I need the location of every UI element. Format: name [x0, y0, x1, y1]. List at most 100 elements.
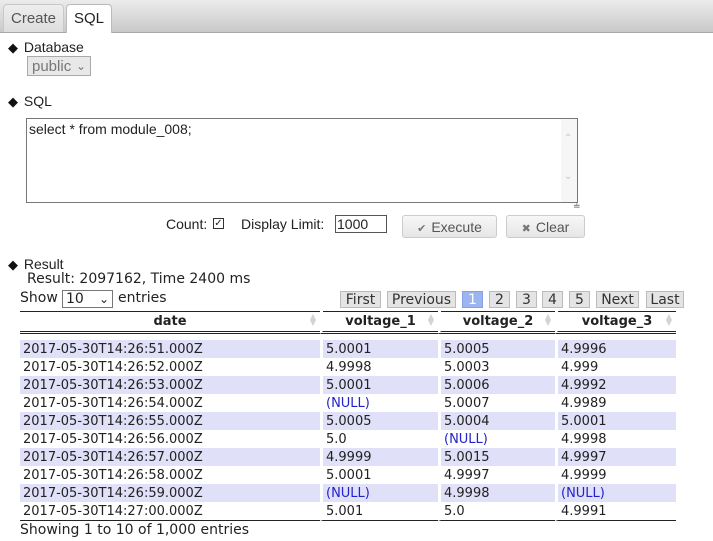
table-header-row: date ▲ ▼ voltage_1 ▲ ▼ voltage_2 ▲ ▼ voltage_3… [20, 311, 676, 334]
column-header-date[interactable]: date ▲ ▼ [20, 311, 320, 334]
table-cell-voltage-1: 4.9998 [320, 358, 438, 376]
column-header-voltage-1[interactable]: voltage_1 ▲ ▼ [320, 311, 438, 334]
sql-label: SQL [23, 93, 52, 109]
table-cell-voltage-2: 5.0006 [438, 376, 555, 394]
table-cell-voltage-2: 5.0 [438, 502, 555, 521]
execute-button[interactable]: ✔ Execute [402, 215, 497, 238]
count-checkbox[interactable]: ✓ [213, 218, 224, 229]
table-cell-date: 2017-05-30T14:27:00.000Z [20, 502, 320, 521]
entries-label: entries [118, 290, 167, 306]
column-header-voltage-2[interactable]: voltage_2 ▲ ▼ [438, 311, 555, 334]
table-cell-voltage-2: 4.9997 [438, 466, 555, 484]
scroll-up-icon[interactable]: ⌃ [564, 133, 572, 144]
database-select-value: public [32, 58, 72, 75]
table-cell-voltage-3: 4.9996 [555, 340, 676, 358]
clear-button-label: Clear [535, 219, 570, 235]
table-row[interactable]: 2017-05-30T14:26:55.000Z 5.0005 5.0004 5.00… [20, 412, 676, 430]
table-row[interactable]: 2017-05-30T14:26:57.000Z 4.9999 5.0015 4.99… [20, 448, 676, 466]
table-cell-date: 2017-05-30T14:26:53.000Z [20, 376, 320, 394]
tab-create[interactable]: Create [3, 4, 65, 32]
table-cell-date: 2017-05-30T14:26:58.000Z [23, 467, 203, 483]
chevron-down-icon: ⌄ [75, 59, 86, 73]
sort-icon: ▲ ▼ [427, 312, 434, 327]
table-cell-voltage-2: 5.0005 [438, 340, 555, 358]
sql-query-textarea[interactable]: select * from module_008; ⌃ ⌄ [26, 118, 578, 203]
check-icon: ✔ [417, 223, 427, 235]
diamond-bullet-icon: ◆ [8, 40, 18, 55]
table-cell-voltage-2: 5.0015 [438, 448, 555, 466]
table-row[interactable]: 2017-05-30T14:27:00.000Z 5.001 5.0 4.9991 [20, 502, 676, 521]
sort-icon: ▲ ▼ [544, 312, 551, 327]
table-body: 2017-05-30T14:26:51.000Z 5.0001 5.0005 4.99… [20, 334, 676, 521]
table-row[interactable]: 2017-05-30T14:26:56.000Z 5.0 (NULL) 4.9998 [20, 430, 676, 448]
table-row[interactable]: 2017-05-30T14:26:52.000Z 4.9998 5.0003 4.99… [20, 358, 676, 376]
pagination-page-4[interactable]: 4 [542, 291, 563, 308]
display-limit-label: Display Limit: [241, 216, 325, 232]
sort-icon: ▲ ▼ [665, 312, 672, 327]
column-header-label: voltage_3 [581, 313, 653, 329]
table-cell-date: 2017-05-30T14:26:55.000Z [20, 412, 320, 430]
column-header-label: voltage_2 [462, 313, 534, 329]
tab-sql[interactable]: SQL [66, 4, 113, 33]
table-cell-voltage-2: 5.0004 [438, 412, 555, 430]
table-row[interactable]: 2017-05-30T14:26:59.000Z (NULL) 4.9998 (NUL… [20, 484, 676, 502]
clear-button[interactable]: ✖ Clear [506, 215, 585, 238]
table-cell-date: 2017-05-30T14:26:59.000Z [20, 484, 320, 502]
page-length-select[interactable]: 10 ⌄ [62, 290, 113, 308]
table-cell-date: 2017-05-30T14:26:57.000Z [20, 448, 320, 466]
table-cell-voltage-2: 5.0003 [438, 358, 555, 376]
database-select[interactable]: public ⌄ [27, 56, 91, 76]
diamond-bullet-icon: ◆ [8, 94, 18, 109]
resize-handle-icon[interactable]: ≐ [573, 202, 581, 212]
table-cell-voltage-3: 4.9997 [555, 448, 676, 466]
column-header-voltage-3[interactable]: voltage_3 ▲ ▼ [555, 311, 676, 334]
table-row[interactable]: 2017-05-30T14:26:54.000Z (NULL) 5.0007 4.99… [20, 394, 676, 412]
table-row[interactable]: 2017-05-30T14:26:53.000Z 5.0001 5.0006 4.99… [20, 376, 676, 394]
pagination-last[interactable]: Last [646, 291, 684, 308]
table-cell-voltage-3: 4.9999 [555, 466, 676, 484]
result-summary: Result: 2097162, Time 2400 ms [27, 271, 251, 287]
scroll-down-icon[interactable]: ⌄ [564, 171, 572, 182]
table-info: Showing 1 to 10 of 1,000 entries [20, 522, 250, 538]
pagination-next[interactable]: Next [596, 291, 639, 308]
column-header-label: voltage_1 [345, 313, 416, 329]
table-cell-voltage-2: 5.0007 [438, 394, 555, 412]
table-cell-voltage-3: 4.9998 [555, 430, 676, 448]
execute-button-label: Execute [431, 219, 482, 235]
tab-bar: Create SQL [0, 0, 713, 33]
table-cell-voltage-1: 4.9999 [320, 448, 438, 466]
count-label: Count: [166, 216, 208, 232]
pagination-first[interactable]: First [340, 291, 381, 308]
table-cell-voltage-1: 5.001 [320, 502, 438, 521]
table-cell-voltage-1: 5.0 [320, 430, 438, 448]
chevron-down-icon: ⌄ [98, 292, 109, 306]
pagination-page-2[interactable]: 2 [489, 291, 510, 308]
table-cell-voltage-1: 5.0001 [320, 376, 438, 394]
table-cell-voltage-1: (NULL) [320, 484, 438, 502]
table-cell-voltage-3: 5.0001 [555, 412, 676, 430]
table-cell-voltage-3: 4.9989 [555, 394, 676, 412]
diamond-bullet-icon: ◆ [8, 257, 18, 272]
results-table: date ▲ ▼ voltage_1 ▲ ▼ voltage_2 ▲ ▼ voltage_3… [20, 311, 676, 521]
table-cell-date: 2017-05-30T14:26:51.000Z [20, 340, 320, 358]
table-cell-voltage-3: (NULL) [555, 484, 676, 502]
table-row[interactable]: 2017-05-30T14:26:51.000Z 5.0001 5.0005 4.99… [20, 340, 676, 358]
table-cell-voltage-3: 4.999 [555, 358, 676, 376]
sql-section-label: ◆ SQL [8, 93, 52, 110]
display-limit-input[interactable]: 1000 [335, 215, 387, 233]
pagination-previous[interactable]: Previous [387, 291, 456, 308]
sql-query-text: select * from module_008; [29, 121, 192, 137]
pagination-page-1[interactable]: 1 [462, 291, 483, 308]
table-row[interactable]: 2017-05-30T14:26:58.000Z 5.0001 4.9997 4.99… [20, 466, 676, 484]
database-section-label: ◆ Database [8, 39, 84, 56]
table-cell-voltage-2: (NULL) [438, 430, 555, 448]
table-cell-date: 2017-05-30T14:26:56.000Z [23, 431, 203, 447]
database-label: Database [23, 39, 84, 55]
table-cell-date: 2017-05-30T14:26:52.000Z [23, 359, 203, 375]
textarea-scrollbar[interactable]: ⌃ ⌄ [561, 119, 577, 202]
pagination-page-5[interactable]: 5 [569, 291, 590, 308]
table-cell-voltage-2: 4.9998 [438, 484, 555, 502]
result-label: Result [23, 256, 64, 272]
table-cell-voltage-1: (NULL) [320, 394, 438, 412]
pagination-page-3[interactable]: 3 [516, 291, 537, 308]
